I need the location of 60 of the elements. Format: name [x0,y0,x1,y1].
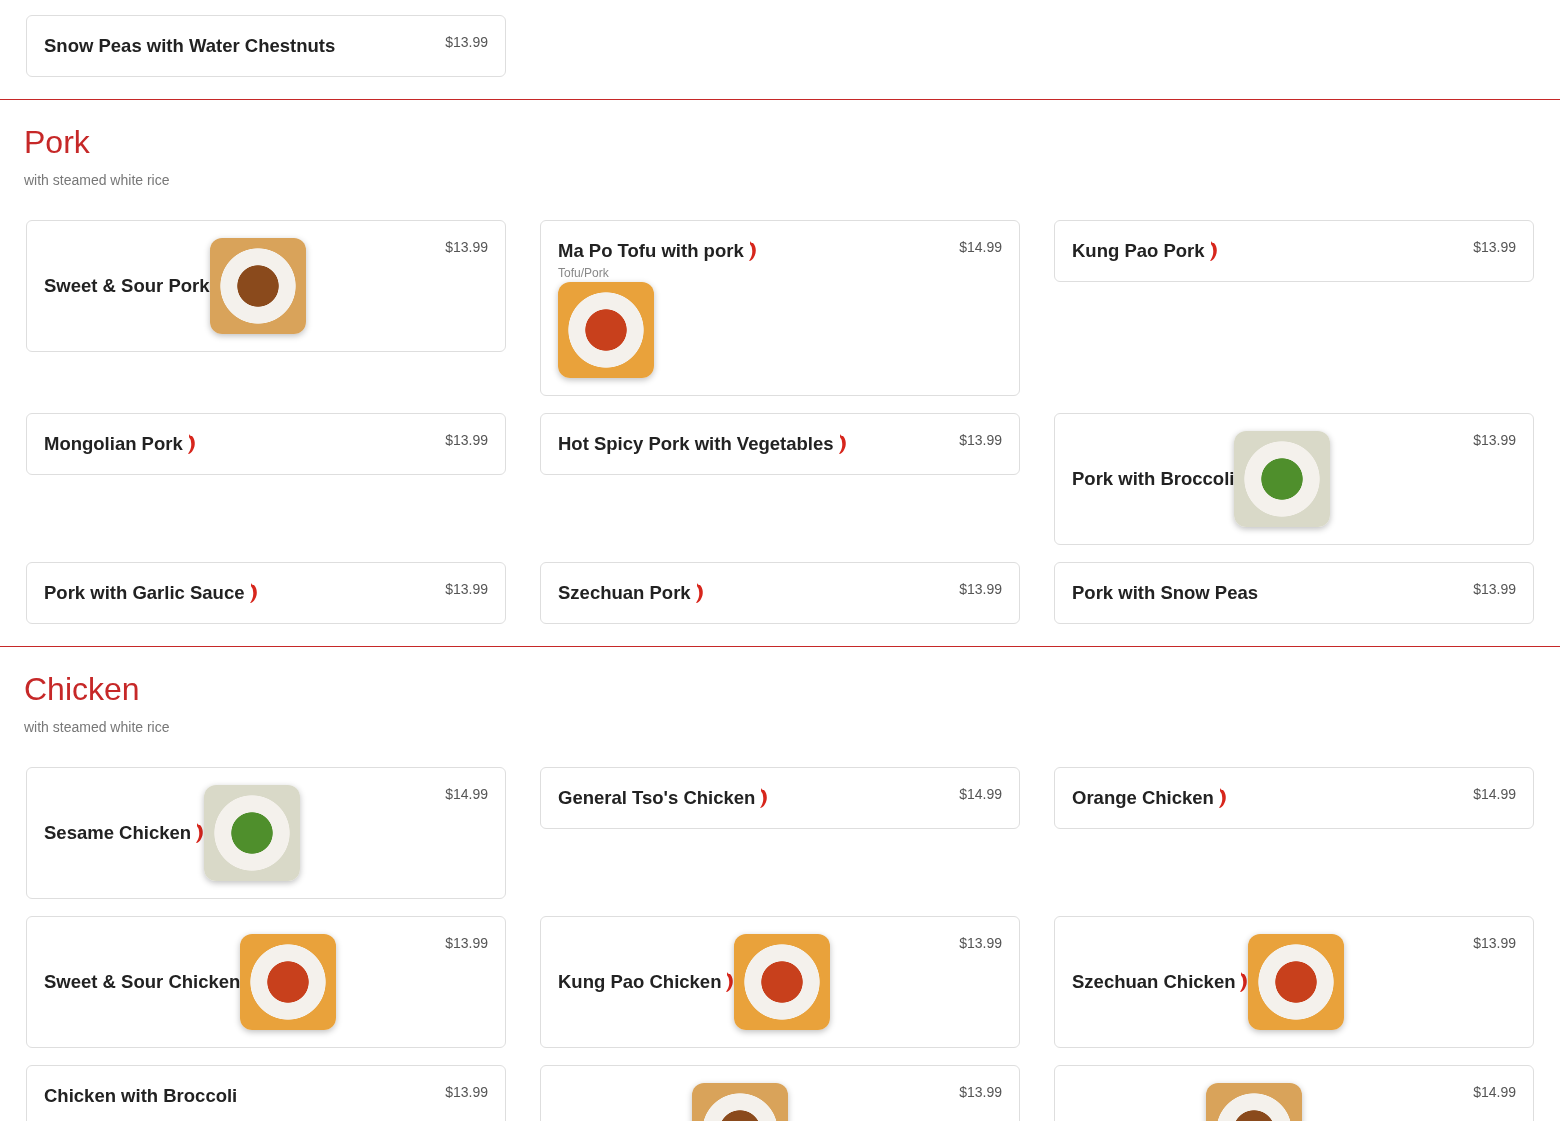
dish-price: $13.99 [959,431,1002,449]
dish-name: Snow Peas with Water Chestnuts [44,34,336,58]
dish-price: $13.99 [959,580,1002,598]
menu-item-card[interactable]: Ma Po Tofu with pork Tofu/Pork $14.99 [540,220,1020,396]
dish-price: $13.99 [959,1083,1002,1101]
menu-item-card[interactable]: Kung Pao Chicken $13.99 [540,916,1020,1048]
dish-name: Kung Pao Chicken [558,970,722,994]
dish-price: $13.99 [1473,580,1516,598]
section-note: with steamed white rice [24,719,171,735]
menu-item-card[interactable]: Pork with Garlic Sauce $13.99 [26,562,506,624]
menu-item-card[interactable]: Sesame Chicken $14.99 [26,767,506,899]
menu-item-card[interactable]: $14.99 [1054,1065,1534,1121]
menu-item-card[interactable]: Pork with Snow Peas $13.99 [1054,562,1534,624]
dish-name: General Tso's Chicken [558,786,756,810]
dish-name: Kung Pao Pork [1072,239,1205,263]
menu-item-card[interactable]: Szechuan Pork $13.99 [540,562,1020,624]
menu-item-card[interactable]: Pork with Broccoli $13.99 [1054,413,1534,545]
dish-name: Szechuan Pork [558,581,691,605]
dish-name: Pork with Garlic Sauce [44,581,245,605]
dish-price: $13.99 [445,934,488,952]
menu-item-card[interactable]: Sweet & Sour Chicken $13.99 [26,916,506,1048]
dish-price: $13.99 [445,580,488,598]
menu-item-card[interactable]: Kung Pao Pork $13.99 [1054,220,1534,282]
menu-item-card[interactable]: Orange Chicken $14.99 [1054,767,1534,829]
dish-name: Orange Chicken [1072,786,1214,810]
menu-item-card[interactable]: Hot Spicy Pork with Vegetables $13.99 [540,413,1020,475]
menu-item-card[interactable]: Szechuan Chicken $13.99 [1054,916,1534,1048]
dish-price: $13.99 [1473,238,1516,256]
dish-name: Sesame Chicken [44,821,192,845]
dish-name: Hot Spicy Pork with Vegetables [558,432,834,456]
section-title: Chicken [24,670,141,709]
dish-price: $14.99 [959,238,1002,256]
dish-price: $14.99 [445,785,488,803]
menu-item-card[interactable]: General Tso's Chicken $14.99 [540,767,1020,829]
dish-name: Sweet & Sour Chicken [44,970,241,994]
dish-description: Tofu/Pork [558,266,609,280]
dish-price: $13.99 [1473,934,1516,952]
section-note: with steamed white rice [24,172,171,188]
dish-name: Sweet & Sour Pork [44,274,210,298]
menu-item-card[interactable]: Sweet & Sour Pork $13.99 [26,220,506,352]
dish-name: Pork with Broccoli [1072,467,1235,491]
menu-item-card[interactable]: $13.99 [540,1065,1020,1121]
dish-price: $13.99 [959,934,1002,952]
section-title: Pork [24,123,91,162]
menu-item-card[interactable]: Snow Peas with Water Chestnuts $13.99 [26,15,506,77]
dish-name: Mongolian Pork [44,432,183,456]
dish-price: $13.99 [445,1083,488,1101]
menu-item-card[interactable]: Chicken with Broccoli $13.99 [26,1065,506,1121]
dish-price: $14.99 [1473,785,1516,803]
dish-name: Chicken with Broccoli [44,1084,238,1108]
dish-price: $13.99 [1473,431,1516,449]
dish-price: $13.99 [445,33,488,51]
dish-price: $13.99 [445,238,488,256]
dish-name: Szechuan Chicken [1072,970,1236,994]
dish-price: $13.99 [445,431,488,449]
dish-price: $14.99 [959,785,1002,803]
dish-name: Pork with Snow Peas [1072,581,1259,605]
dish-name: Ma Po Tofu with pork [558,239,744,263]
menu-item-card[interactable]: Mongolian Pork $13.99 [26,413,506,475]
dish-price: $14.99 [1473,1083,1516,1101]
